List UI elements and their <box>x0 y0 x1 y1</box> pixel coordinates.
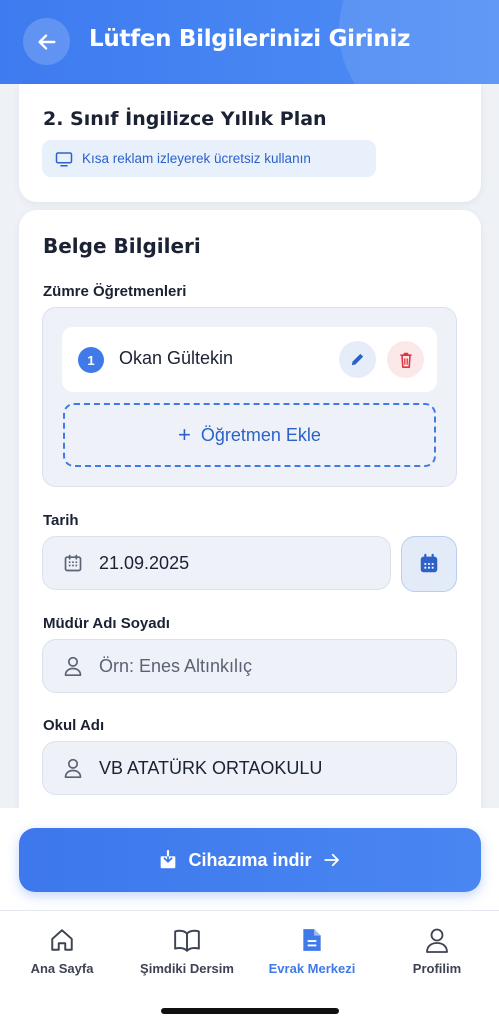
date-picker-button[interactable] <box>401 536 457 592</box>
book-icon <box>174 929 200 952</box>
pencil-icon <box>351 353 364 366</box>
edit-teacher-button[interactable] <box>339 341 376 378</box>
tab-home-label: Ana Sayfa <box>30 961 94 976</box>
add-teacher-label: Öğretmen Ekle <box>200 424 321 445</box>
back-button[interactable] <box>23 18 70 65</box>
principal-name-field[interactable]: Örn: Enes Altınkılıç <box>42 639 457 693</box>
tab-profile[interactable]: Profilim <box>375 927 499 987</box>
date-label: Tarih <box>43 512 79 529</box>
principal-label: Müdür Adı Soyadı <box>43 615 170 632</box>
document-title: 2. Sınıf İngilizce Yıllık Plan <box>43 108 327 130</box>
watch-ad-button[interactable]: Kısa reklam izleyerek ücretsiz kullanın <box>42 140 376 177</box>
date-field[interactable]: 21.09.2025 <box>42 536 391 590</box>
calendar-icon <box>64 554 82 572</box>
tab-home[interactable]: Ana Sayfa <box>0 927 124 987</box>
teachers-label: Zümre Öğretmenleri <box>43 283 187 300</box>
document-icon <box>303 929 321 951</box>
arrow-right-icon <box>323 853 339 867</box>
delete-teacher-button[interactable] <box>387 341 424 378</box>
home-icon <box>51 929 73 951</box>
user-icon <box>426 928 448 953</box>
arrow-left-icon <box>37 33 56 50</box>
download-button[interactable]: Cihazıma indir <box>19 828 481 892</box>
school-name-field[interactable]: VB ATATÜRK ORTAOKULU <box>42 741 457 795</box>
tab-current-lesson[interactable]: Şimdiki Dersim <box>125 927 249 987</box>
page-title: Lütfen Bilgilerinizi Giriniz <box>89 26 411 52</box>
tv-icon <box>55 151 73 166</box>
download-label: Cihazıma indir <box>188 849 312 870</box>
bottom-tab-bar: Ana Sayfa Şimdiki Dersim Evrak Merkezi P… <box>0 910 499 1024</box>
teacher-item: 1 Okan Gültekin <box>62 327 437 392</box>
school-label: Okul Adı <box>43 717 105 734</box>
tab-current-lesson-label: Şimdiki Dersim <box>140 961 234 976</box>
download-bar: Cihazıma indir <box>0 808 499 910</box>
teacher-number-badge: 1 <box>78 347 104 373</box>
date-value: 21.09.2025 <box>99 552 190 573</box>
document-info-form: Belge Bilgileri Zümre Öğretmenleri 1 Oka… <box>19 210 481 820</box>
watch-ad-label: Kısa reklam izleyerek ücretsiz kullanın <box>82 151 311 166</box>
user-icon <box>64 656 82 676</box>
tab-documents-label: Evrak Merkezi <box>268 961 356 976</box>
plus-icon: + <box>178 422 191 447</box>
trash-icon <box>399 352 412 368</box>
teacher-name: Okan Gültekin <box>119 348 234 368</box>
section-title: Belge Bilgileri <box>43 234 201 258</box>
calendar-icon <box>420 553 438 573</box>
tab-documents[interactable]: Evrak Merkezi <box>250 927 374 987</box>
tab-profile-label: Profilim <box>412 961 462 976</box>
teachers-list: 1 Okan Gültekin + Öğretmen Ekle <box>42 307 457 487</box>
principal-placeholder: Örn: Enes Altınkılıç <box>99 655 253 676</box>
home-indicator <box>161 1008 339 1014</box>
add-teacher-button[interactable]: + Öğretmen Ekle <box>63 403 436 467</box>
app-header: Lütfen Bilgilerinizi Giriniz <box>0 0 499 84</box>
user-icon <box>64 758 82 778</box>
download-icon <box>161 850 176 869</box>
school-value: VB ATATÜRK ORTAOKULU <box>99 757 323 778</box>
document-card: 2. Sınıf İngilizce Yıllık Plan Kısa rekl… <box>19 84 481 202</box>
